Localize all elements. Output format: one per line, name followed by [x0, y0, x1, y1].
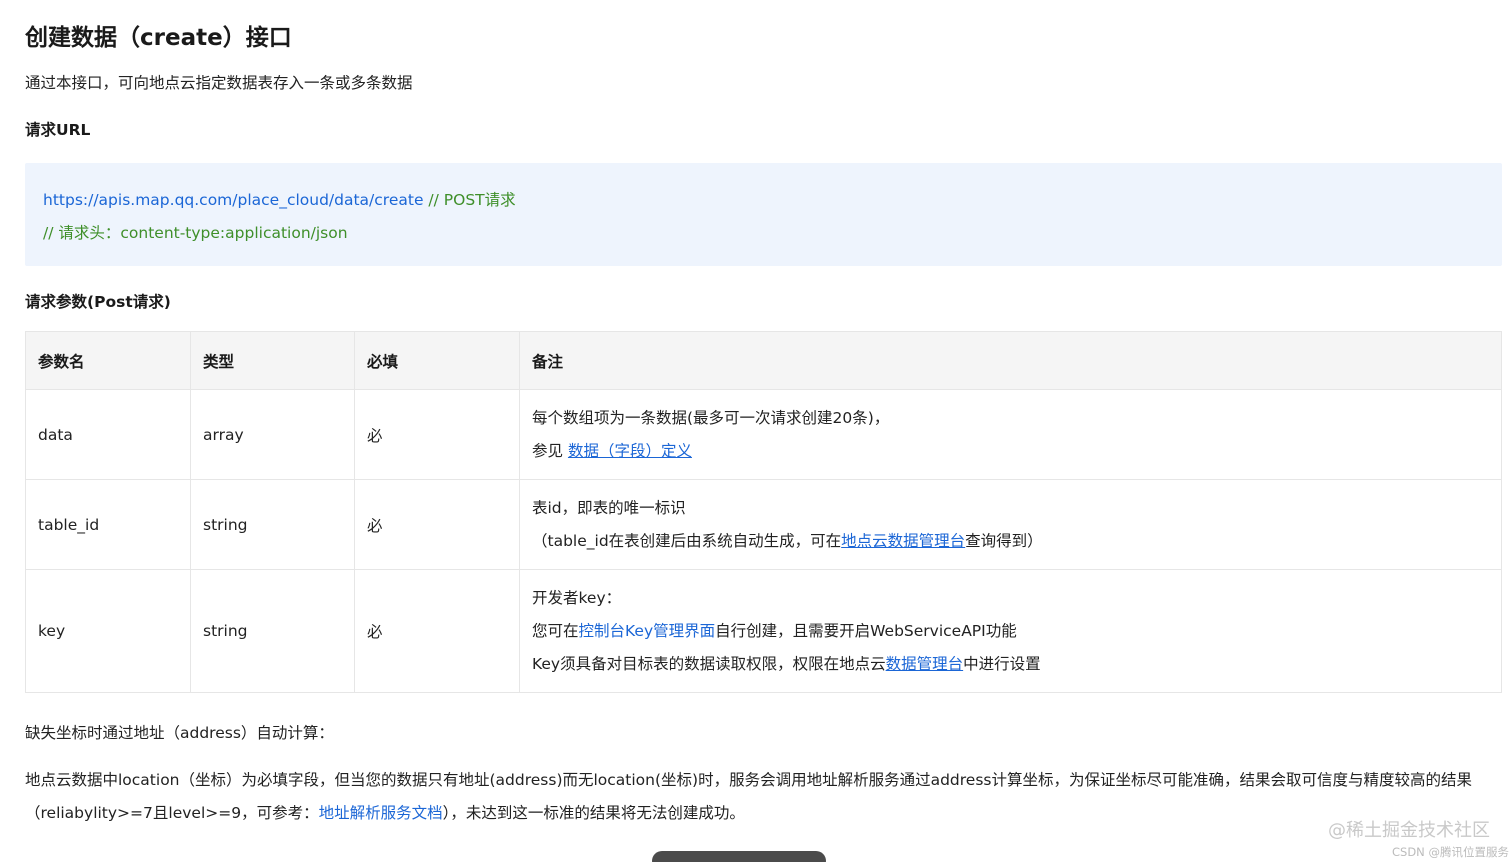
note-line: 每个数组项为一条数据(最多可一次请求创建20条)，	[532, 408, 890, 427]
param-name: table_id	[25, 479, 191, 570]
auto-geocode-heading: 缺失坐标时通过地址（address）自动计算：	[25, 724, 334, 742]
param-required: 必	[354, 479, 520, 570]
intro-text: 通过本接口，可向地点云指定数据表存入一条或多条数据	[25, 74, 413, 92]
request-url-text[interactable]: https://apis.map.qq.com/place_cloud/data…	[43, 191, 423, 209]
note-text: 您可在	[532, 621, 579, 640]
param-name: data	[25, 389, 191, 480]
csdn-watermark: CSDN @腾讯位置服务	[1392, 845, 1509, 859]
param-note: 开发者key： 您可在控制台Key管理界面自行创建，且需要开启WebServic…	[519, 569, 1502, 693]
header-param-name: 参数名	[25, 331, 191, 390]
note-text: 参见	[532, 441, 568, 460]
key-console-link[interactable]: 控制台Key管理界面	[579, 622, 716, 640]
header-required: 必填	[354, 331, 520, 390]
paragraph-text: ），未达到这一标准的结果将无法创建成功。	[442, 804, 745, 822]
note-text: 查询得到）	[965, 531, 1043, 550]
note-line: Key须具备对目标表的数据读取权限，权限在地点云数据管理台中进行设置	[532, 648, 1489, 681]
note-line: （table_id在表创建后由系统自动生成，可在地点云数据管理台查询得到）	[532, 525, 1489, 558]
note-text: （table_id在表创建后由系统自动生成，可在	[532, 531, 842, 550]
note-line: 参见 数据（字段）定义	[532, 435, 1489, 468]
note-line: 开发者key：	[532, 588, 622, 607]
code-line-header-comment: // 请求头：content-type:application/json	[43, 224, 348, 242]
param-type: string	[190, 569, 355, 693]
table-row: key string 必 开发者key： 您可在控制台Key管理界面自行创建，且…	[25, 569, 1502, 693]
param-required: 必	[354, 569, 520, 693]
note-line: 表id，即表的唯一标识	[532, 498, 686, 517]
params-heading: 请求参数(Post请求)	[25, 293, 171, 311]
param-type: string	[190, 479, 355, 570]
scroll-indicator[interactable]	[652, 851, 826, 862]
note-line: 您可在控制台Key管理界面自行创建，且需要开启WebServiceAPI功能	[532, 615, 1489, 648]
url-comment: // POST请求	[428, 191, 516, 209]
request-url-heading: 请求URL	[25, 121, 91, 139]
paragraph-text: 地点云数据中location（坐标）为必填字段，但当您的数据只有地址(addre…	[25, 771, 1472, 822]
note-text: 自行创建，且需要开启WebServiceAPI功能	[715, 621, 1017, 640]
table-header-row: 参数名 类型 必填 备注	[25, 331, 1502, 390]
juejin-watermark: @稀土掘金技术社区	[1328, 820, 1490, 841]
auto-geocode-paragraph: 地点云数据中location（坐标）为必填字段，但当您的数据只有地址(addre…	[25, 764, 1502, 830]
param-name: key	[25, 569, 191, 693]
param-note: 表id，即表的唯一标识 （table_id在表创建后由系统自动生成，可在地点云数…	[519, 479, 1502, 570]
page-title: 创建数据（create）接口	[25, 25, 292, 51]
field-definition-link[interactable]: 数据（字段）定义	[568, 442, 692, 460]
param-note: 每个数组项为一条数据(最多可一次请求创建20条)， 参见 数据（字段）定义	[519, 389, 1502, 480]
header-type: 类型	[190, 331, 355, 390]
header-note: 备注	[519, 331, 1502, 390]
note-text: 中进行设置	[963, 654, 1041, 673]
param-required: 必	[354, 389, 520, 480]
params-table: 参数名 类型 必填 备注 data array 必 每个数组项为一条数据(最多可…	[25, 331, 1502, 693]
table-row: table_id string 必 表id，即表的唯一标识 （table_id在…	[25, 479, 1502, 570]
table-row: data array 必 每个数组项为一条数据(最多可一次请求创建20条)， 参…	[25, 389, 1502, 480]
geocoder-doc-link[interactable]: 地址解析服务文档	[319, 804, 443, 822]
note-text: Key须具备对目标表的数据读取权限，权限在地点云	[532, 654, 886, 673]
request-url-code-block: https://apis.map.qq.com/place_cloud/data…	[25, 163, 1502, 266]
data-management-link[interactable]: 数据管理台	[886, 655, 964, 673]
param-type: array	[190, 389, 355, 480]
data-console-link[interactable]: 地点云数据管理台	[841, 532, 965, 550]
code-line-url: https://apis.map.qq.com/place_cloud/data…	[43, 188, 516, 210]
